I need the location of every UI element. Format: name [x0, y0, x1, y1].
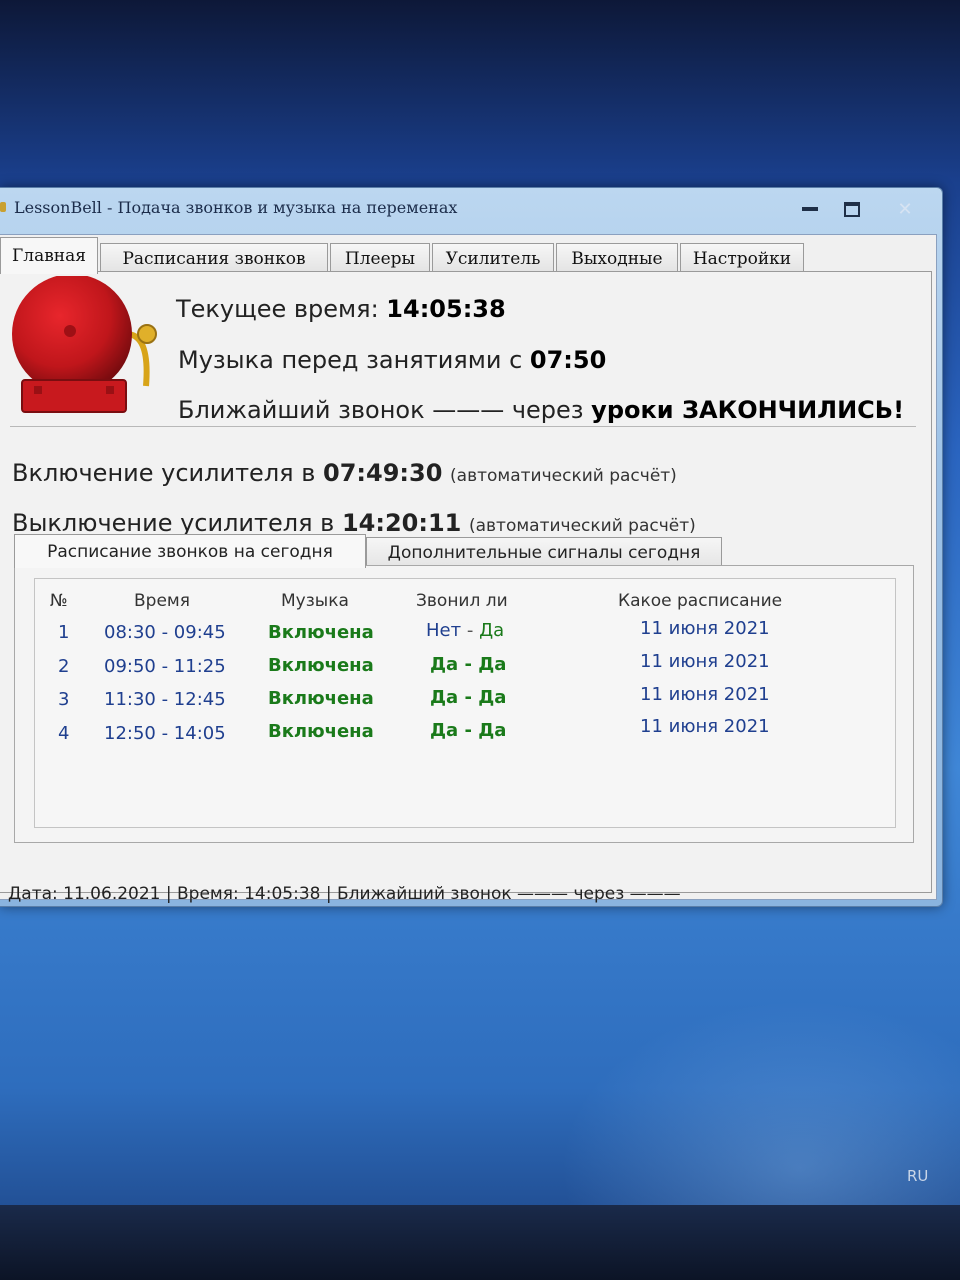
minimize-button[interactable]	[790, 198, 830, 220]
column-header-number[interactable]: №	[50, 591, 68, 611]
row-3-rang-second: Да	[478, 687, 507, 708]
row-1-schedule: 11 июня 2021	[640, 618, 770, 639]
amp-off-note: (автоматический расчёт)	[468, 516, 696, 536]
tab-main[interactable]: Главная	[0, 237, 98, 274]
row-3-time: 11:30 - 12:45	[104, 689, 226, 710]
row-4-time: 12:50 - 14:05	[104, 723, 226, 744]
minimize-icon	[802, 207, 818, 211]
row-1-time: 08:30 - 09:45	[104, 622, 226, 643]
monitor-bezel	[0, 1205, 960, 1280]
row-2-time: 09:50 - 11:25	[104, 656, 226, 677]
app-icon	[0, 202, 6, 212]
tab-extra-signals[interactable]: Дополнительные сигналы сегодня	[366, 537, 722, 568]
row-3-number: 3	[58, 689, 70, 710]
row-4-schedule: 11 июня 2021	[640, 716, 770, 737]
amp-on-line: Включение усилителя в 07:49:30 (автомати…	[12, 459, 677, 487]
row-1-rang-second: Да	[479, 620, 505, 641]
amp-off-line: Выключение усилителя в 14:20:11 (автомат…	[12, 509, 696, 537]
row-3-music: Включена	[268, 688, 374, 709]
row-2-number: 2	[58, 656, 70, 677]
close-button[interactable]: ✕	[876, 198, 934, 220]
current-time-label: Текущее время:	[176, 295, 387, 323]
music-line: Музыка перед занятиями с 07:50	[178, 346, 606, 374]
close-icon: ✕	[897, 198, 913, 220]
tab-players[interactable]: Плееры	[330, 243, 430, 274]
row-4-music: Включена	[268, 721, 374, 742]
row-2-rang-first: Да	[430, 654, 459, 675]
divider	[10, 426, 916, 427]
window-title: LessonBell - Подача звонков и музыка на …	[14, 198, 458, 217]
current-time-line: Текущее время: 14:05:38	[176, 295, 506, 323]
music-time-value: 07:50	[529, 346, 607, 374]
tab-settings[interactable]: Настройки	[680, 243, 804, 274]
row-2-rang-second: Да	[478, 654, 507, 675]
row-1-rang: Нет - Да	[426, 620, 505, 641]
alarm-bell-icon	[12, 276, 157, 413]
tab-bell-schedules[interactable]: Расписания звонков	[100, 243, 328, 274]
client-area: Главная Расписания звонков Плееры Усилит…	[0, 234, 937, 900]
amp-off-label: Выключение усилителя в	[12, 509, 342, 537]
column-header-rang[interactable]: Звонил ли	[416, 591, 508, 611]
column-header-music[interactable]: Музыка	[281, 591, 349, 611]
next-bell-line: Ближайший звонок ——— через уроки ЗАКОНЧИ…	[178, 396, 904, 424]
row-3-rang-first: Да	[430, 687, 459, 708]
row-2-schedule: 11 июня 2021	[640, 651, 770, 672]
row-1-music: Включена	[268, 622, 374, 643]
row-3-schedule: 11 июня 2021	[640, 684, 770, 705]
amp-on-label: Включение усилителя в	[12, 459, 323, 487]
row-4-number: 4	[58, 723, 70, 744]
tab-weekends[interactable]: Выходные	[556, 243, 678, 274]
title-bar[interactable]: LessonBell - Подача звонков и музыка на …	[0, 188, 942, 232]
status-bar: Дата: 11.06.2021 | Время: 14:05:38 | Бли…	[8, 884, 681, 904]
app-window: LessonBell - Подача звонков и музыка на …	[0, 187, 943, 907]
row-4-rang: Да - Да	[430, 720, 507, 741]
row-4-rang-first: Да	[430, 720, 459, 741]
column-header-time[interactable]: Время	[134, 591, 190, 611]
row-1-number: 1	[58, 622, 70, 643]
amp-on-time: 07:49:30	[323, 459, 443, 487]
row-1-rang-first: Нет	[426, 620, 462, 641]
current-time-value: 14:05:38	[386, 295, 506, 323]
maximize-button[interactable]	[832, 198, 872, 220]
tab-today-schedule[interactable]: Расписание звонков на сегодня	[14, 534, 366, 568]
column-header-schedule[interactable]: Какое расписание	[618, 591, 782, 611]
language-indicator[interactable]: RU	[907, 1167, 928, 1185]
music-label: Музыка перед занятиями с	[178, 346, 530, 374]
row-3-rang: Да - Да	[430, 687, 507, 708]
amp-off-time: 14:20:11	[341, 509, 462, 537]
amp-on-note: (автоматический расчёт)	[450, 466, 677, 486]
row-4-rang-second: Да	[478, 720, 507, 741]
row-2-music: Включена	[268, 655, 374, 676]
next-bell-value: уроки ЗАКОНЧИЛИСЬ!	[591, 396, 905, 424]
row-2-rang: Да - Да	[430, 654, 507, 675]
tab-amplifier[interactable]: Усилитель	[432, 243, 554, 274]
maximize-icon	[844, 201, 860, 217]
next-bell-label: Ближайший звонок ——— через	[178, 396, 592, 424]
